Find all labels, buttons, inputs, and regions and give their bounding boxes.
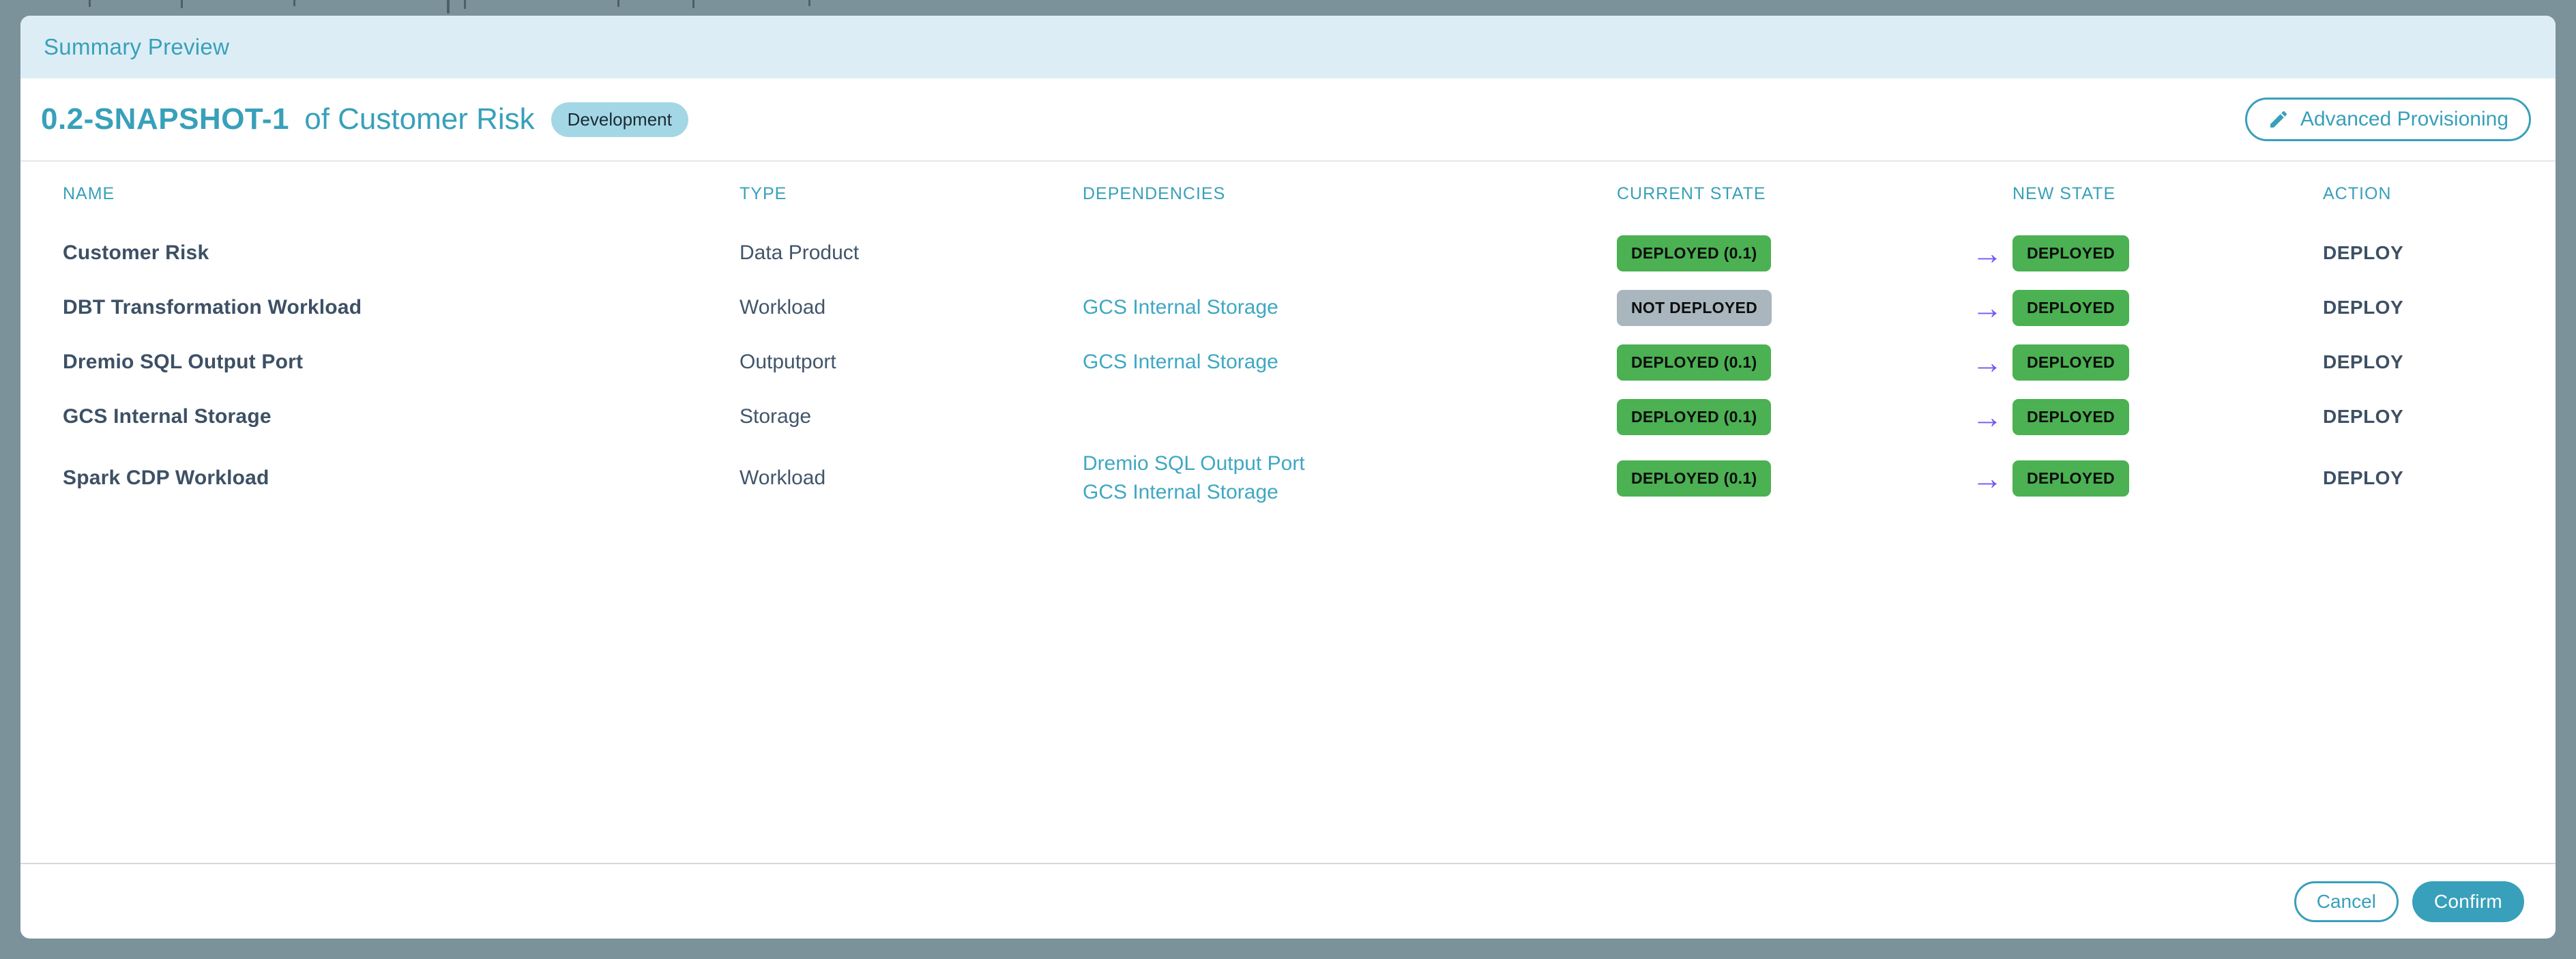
arrow-right-icon: → [1972, 462, 2003, 494]
component-name: DBT Transformation Workload [63, 296, 740, 319]
table-header-row: NAMETYPEDEPENDENCIESCURRENT STATENEW STA… [63, 162, 2513, 226]
dependency-link[interactable]: GCS Internal Storage [1083, 295, 1617, 320]
component-name: Spark CDP Workload [63, 467, 740, 490]
column-header: NEW STATE [2012, 184, 2323, 204]
component-type: Data Product [740, 241, 1083, 265]
current-state-badge: DEPLOYED (0.1) [1617, 460, 1771, 497]
action-label: DEPLOY [2323, 242, 2513, 264]
dependency-link[interactable]: Dremio SQL Output Port [1083, 452, 1617, 476]
column-header: TYPE [740, 184, 1083, 204]
current-state-cell: DEPLOYED (0.1) → [1617, 344, 2012, 381]
deployment-table: NAMETYPEDEPENDENCIESCURRENT STATENEW STA… [20, 162, 2556, 512]
component-type: Outputport [740, 351, 1083, 374]
current-state-cell: DEPLOYED (0.1) → [1617, 235, 2012, 271]
component-type: Workload [740, 467, 1083, 490]
modal-title: Summary Preview [44, 34, 229, 60]
current-state-cell: NOT DEPLOYED → [1617, 290, 2012, 326]
dependencies-cell: GCS Internal Storage [1083, 350, 1617, 374]
background-text-fragment [89, 0, 91, 7]
arrow-right-icon: → [1972, 401, 2003, 432]
arrow-right-icon: → [1972, 237, 2003, 269]
new-state-badge: DEPLOYED [2012, 460, 2129, 497]
component-name: GCS Internal Storage [63, 405, 740, 428]
dependencies-cell: GCS Internal Storage [1083, 295, 1617, 320]
background-text-fragment [464, 0, 466, 9]
summary-preview-modal: Summary Preview 0.2-SNAPSHOT-1 of Custom… [20, 16, 2556, 939]
action-label: DEPLOY [2323, 406, 2513, 428]
component-name: Dremio SQL Output Port [63, 351, 740, 374]
component-type: Workload [740, 296, 1083, 319]
action-label: DEPLOY [2323, 297, 2513, 319]
background-text-fragment [181, 0, 183, 8]
column-header: DEPENDENCIES [1083, 184, 1617, 204]
dependency-link[interactable]: GCS Internal Storage [1083, 350, 1617, 374]
column-header: CURRENT STATE [1617, 184, 2012, 204]
action-label: DEPLOY [2323, 351, 2513, 373]
new-state-cell: DEPLOYED [2012, 399, 2323, 435]
table-row: Customer Risk Data Product DEPLOYED (0.1… [63, 226, 2513, 280]
version-number: 0.2-SNAPSHOT-1 [41, 102, 289, 136]
background-text-fragment [808, 0, 810, 6]
new-state-cell: DEPLOYED [2012, 344, 2323, 381]
current-state-badge: DEPLOYED (0.1) [1617, 344, 1771, 381]
component-type: Storage [740, 405, 1083, 428]
background-text-fragment [293, 0, 295, 6]
new-state-badge: DEPLOYED [2012, 344, 2129, 381]
background-text-fragment [447, 0, 450, 14]
modal-footer: Cancel Confirm [20, 863, 2556, 939]
column-header: ACTION [2323, 184, 2513, 204]
table-row: DBT Transformation Workload Workload GCS… [63, 280, 2513, 335]
table-body: Customer Risk Data Product DEPLOYED (0.1… [63, 226, 2513, 512]
current-state-badge: DEPLOYED (0.1) [1617, 399, 1771, 435]
table-row: GCS Internal Storage Storage DEPLOYED (0… [63, 389, 2513, 444]
current-state-cell: DEPLOYED (0.1) → [1617, 399, 2012, 435]
background-text-fragment [617, 0, 619, 7]
pencil-icon [2268, 108, 2289, 130]
confirm-button[interactable]: Confirm [2412, 881, 2524, 922]
column-header: NAME [63, 184, 740, 204]
advanced-provisioning-button[interactable]: Advanced Provisioning [2245, 98, 2531, 141]
current-state-badge: DEPLOYED (0.1) [1617, 235, 1771, 271]
action-label: DEPLOY [2323, 467, 2513, 489]
current-state-badge: NOT DEPLOYED [1617, 290, 1772, 326]
new-state-badge: DEPLOYED [2012, 399, 2129, 435]
component-name: Customer Risk [63, 241, 740, 265]
arrow-right-icon: → [1972, 346, 2003, 378]
new-state-cell: DEPLOYED [2012, 235, 2323, 271]
arrow-right-icon: → [1972, 292, 2003, 323]
current-state-cell: DEPLOYED (0.1) → [1617, 460, 2012, 497]
dependency-link[interactable]: GCS Internal Storage [1083, 480, 1617, 505]
new-state-cell: DEPLOYED [2012, 290, 2323, 326]
modal-header: Summary Preview [20, 16, 2556, 78]
table-row: Spark CDP Workload Workload Dremio SQL O… [63, 444, 2513, 512]
title-row: 0.2-SNAPSHOT-1 of Customer Risk Developm… [20, 78, 2556, 162]
new-state-cell: DEPLOYED [2012, 460, 2323, 497]
cancel-button[interactable]: Cancel [2294, 881, 2399, 922]
environment-badge: Development [551, 102, 688, 137]
table-row: Dremio SQL Output Port Outputport GCS In… [63, 335, 2513, 389]
new-state-badge: DEPLOYED [2012, 290, 2129, 326]
version-subject: of Customer Risk [304, 102, 534, 136]
dependencies-cell: Dremio SQL Output Port GCS Internal Stora… [1083, 452, 1617, 505]
version-title: 0.2-SNAPSHOT-1 of Customer Risk [41, 102, 535, 136]
advanced-provisioning-label: Advanced Provisioning [2300, 108, 2508, 131]
new-state-badge: DEPLOYED [2012, 235, 2129, 271]
background-text-fragment [692, 0, 694, 8]
